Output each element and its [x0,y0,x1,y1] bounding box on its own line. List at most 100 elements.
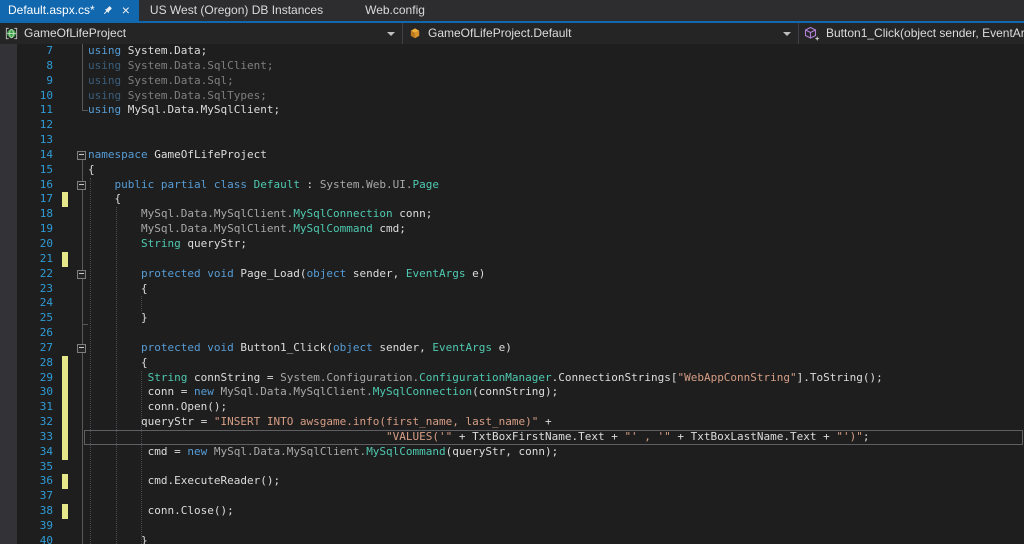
line-number[interactable]: 12 [17,118,55,133]
code-text[interactable]: public partial class Default : System.We… [88,178,1024,193]
code-line-23[interactable]: 23 { [0,282,1024,297]
line-number[interactable]: 22 [17,267,55,282]
project-dropdown[interactable]: GameOfLifeProject [0,23,403,44]
line-number[interactable]: 31 [17,400,55,415]
code-text[interactable]: conn.Close(); [88,504,1024,519]
breakpoint-cell[interactable] [0,282,17,297]
code-line-7[interactable]: 7 using System.Data; [0,44,1024,59]
code-text[interactable]: } [88,311,1024,326]
code-text[interactable] [88,118,1024,133]
line-number[interactable]: 25 [17,311,55,326]
code-line-29[interactable]: 29 String connString = System.Configurat… [0,371,1024,386]
code-line-32[interactable]: 32 queryStr = "INSERT INTO awsgame.info(… [0,415,1024,430]
line-number[interactable]: 34 [17,445,55,460]
breakpoint-cell[interactable] [0,534,17,544]
line-number[interactable]: 15 [17,163,55,178]
line-number[interactable]: 27 [17,341,55,356]
code-text[interactable]: { [88,163,1024,178]
line-number[interactable]: 7 [17,44,55,59]
code-line-26[interactable]: 26 [0,326,1024,341]
collapse-toggle-icon[interactable] [77,344,86,353]
line-number[interactable]: 29 [17,371,55,386]
tab-web-config[interactable]: Web.config [345,0,437,21]
code-text[interactable]: cmd = new MySql.Data.MySqlClient.MySqlCo… [88,445,1024,460]
code-line-8[interactable]: 8using System.Data.SqlClient; [0,59,1024,74]
code-text[interactable] [88,133,1024,148]
line-number[interactable]: 20 [17,237,55,252]
line-number[interactable]: 35 [17,460,55,475]
pin-icon[interactable] [101,4,114,17]
code-text[interactable]: MySql.Data.MySqlClient.MySqlCommand cmd; [88,222,1024,237]
code-line-14[interactable]: 14namespace GameOfLifeProject [0,148,1024,163]
code-text[interactable]: conn = new MySql.Data.MySqlClient.MySqlC… [88,385,1024,400]
code-line-21[interactable]: 21 [0,252,1024,267]
code-line-33[interactable]: 33 "VALUES('" + TxtBoxFirstName.Text + "… [0,430,1024,445]
breakpoint-cell[interactable] [0,252,17,267]
breakpoint-cell[interactable] [0,385,17,400]
breakpoint-cell[interactable] [0,222,17,237]
code-text[interactable] [88,489,1024,504]
code-line-25[interactable]: 25 } [0,311,1024,326]
code-text[interactable]: using System.Data.Sql; [88,74,1024,89]
breakpoint-cell[interactable] [0,118,17,133]
line-number[interactable]: 13 [17,133,55,148]
line-number[interactable]: 21 [17,252,55,267]
line-number[interactable]: 18 [17,207,55,222]
line-number[interactable]: 24 [17,296,55,311]
code-text[interactable]: using System.Data; [88,44,1024,59]
code-text[interactable]: { [88,192,1024,207]
breakpoint-cell[interactable] [0,237,17,252]
breakpoint-cell[interactable] [0,400,17,415]
breakpoint-cell[interactable] [0,133,17,148]
collapse-toggle-icon[interactable] [77,181,86,190]
breakpoint-cell[interactable] [0,311,17,326]
line-number[interactable]: 16 [17,178,55,193]
breakpoint-cell[interactable] [0,519,17,534]
code-editor[interactable]: 7using System.Data;8using System.Data.Sq… [0,44,1024,544]
code-text[interactable] [88,519,1024,534]
line-number[interactable]: 28 [17,356,55,371]
member-dropdown[interactable]: Button1_Click(object sender, EventArgs e… [799,23,1024,44]
breakpoint-cell[interactable] [0,163,17,178]
code-line-39[interactable]: 39 [0,519,1024,534]
line-number[interactable]: 26 [17,326,55,341]
breakpoint-cell[interactable] [0,296,17,311]
breakpoint-cell[interactable] [0,341,17,356]
collapse-toggle-icon[interactable] [77,270,86,279]
code-line-35[interactable]: 35 [0,460,1024,475]
tab-default-aspx-cs[interactable]: Default.aspx.cs* × [0,0,139,21]
code-line-30[interactable]: 30 conn = new MySql.Data.MySqlClient.MyS… [0,385,1024,400]
breakpoint-cell[interactable] [0,59,17,74]
code-text[interactable]: cmd.ExecuteReader(); [88,474,1024,489]
line-number[interactable]: 19 [17,222,55,237]
code-text[interactable]: protected void Button1_Click(object send… [88,341,1024,356]
breakpoint-cell[interactable] [0,103,17,118]
breakpoint-cell[interactable] [0,430,17,445]
type-dropdown[interactable]: GameOfLifeProject.Default [403,23,799,44]
code-text[interactable]: String queryStr; [88,237,1024,252]
breakpoint-cell[interactable] [0,192,17,207]
code-text[interactable] [88,296,1024,311]
line-number[interactable]: 8 [17,59,55,74]
code-line-40[interactable]: 40 } [0,534,1024,544]
breakpoint-cell[interactable] [0,474,17,489]
code-line-16[interactable]: 16 public partial class Default : System… [0,178,1024,193]
code-text[interactable]: } [88,534,1024,544]
code-line-12[interactable]: 12 [0,118,1024,133]
breakpoint-cell[interactable] [0,356,17,371]
code-line-37[interactable]: 37 [0,489,1024,504]
breakpoint-cell[interactable] [0,178,17,193]
code-line-24[interactable]: 24 [0,296,1024,311]
line-number[interactable]: 23 [17,282,55,297]
code-text[interactable] [88,252,1024,267]
line-number[interactable]: 36 [17,474,55,489]
code-line-17[interactable]: 17 { [0,192,1024,207]
code-text[interactable]: using MySql.Data.MySqlClient; [88,103,1024,118]
breakpoint-cell[interactable] [0,148,17,163]
code-text[interactable]: conn.Open(); [88,400,1024,415]
code-text[interactable]: { [88,282,1024,297]
code-text[interactable]: { [88,356,1024,371]
code-text[interactable] [88,326,1024,341]
breakpoint-cell[interactable] [0,267,17,282]
code-line-20[interactable]: 20 String queryStr; [0,237,1024,252]
